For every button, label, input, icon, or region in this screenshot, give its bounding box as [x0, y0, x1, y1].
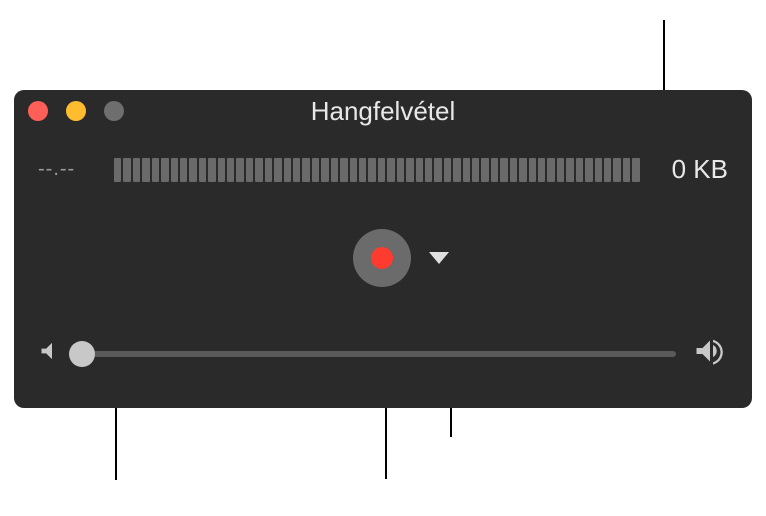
level-tick: [312, 158, 319, 182]
level-tick: [481, 158, 488, 182]
level-tick: [472, 158, 479, 182]
level-tick: [189, 158, 196, 182]
level-tick: [500, 158, 507, 182]
level-tick: [142, 158, 149, 182]
level-tick: [302, 158, 309, 182]
level-tick: [510, 158, 517, 182]
titlebar: Hangfelvétel: [14, 90, 752, 132]
audio-recorder-window: Hangfelvétel --.-- 0 KB: [14, 90, 752, 408]
level-tick: [566, 158, 573, 182]
volume-slider-thumb[interactable]: [69, 341, 95, 367]
level-tick: [529, 158, 536, 182]
chevron-down-icon: [429, 252, 449, 264]
level-tick: [538, 158, 545, 182]
controls-row: [14, 229, 752, 287]
level-tick: [491, 158, 498, 182]
file-size: 0 KB: [658, 154, 728, 185]
meter-row: --.-- 0 KB: [14, 132, 752, 185]
level-tick: [123, 158, 130, 182]
close-button[interactable]: [28, 101, 48, 121]
level-tick: [585, 158, 592, 182]
level-tick: [236, 158, 243, 182]
maximize-button[interactable]: [104, 101, 124, 121]
level-tick: [557, 158, 564, 182]
level-tick: [359, 158, 366, 182]
level-tick: [406, 158, 413, 182]
level-tick: [133, 158, 140, 182]
level-tick: [444, 158, 451, 182]
level-tick: [547, 158, 554, 182]
level-tick: [161, 158, 168, 182]
level-tick: [453, 158, 460, 182]
record-icon: [371, 247, 393, 269]
level-tick: [434, 158, 441, 182]
record-button[interactable]: [353, 229, 411, 287]
volume-slider[interactable]: [82, 351, 676, 357]
minimize-button[interactable]: [66, 101, 86, 121]
level-tick: [265, 158, 272, 182]
level-tick: [321, 158, 328, 182]
level-tick: [387, 158, 394, 182]
level-tick: [378, 158, 385, 182]
level-tick: [576, 158, 583, 182]
time-display: --.--: [38, 158, 96, 181]
speaker-low-icon: [38, 337, 66, 370]
level-tick: [284, 158, 291, 182]
level-tick: [350, 158, 357, 182]
level-tick: [613, 158, 620, 182]
level-tick: [152, 158, 159, 182]
level-tick: [246, 158, 253, 182]
level-tick: [199, 158, 206, 182]
level-tick: [180, 158, 187, 182]
level-tick: [397, 158, 404, 182]
level-tick: [425, 158, 432, 182]
level-tick: [519, 158, 526, 182]
level-tick: [208, 158, 215, 182]
level-tick: [255, 158, 262, 182]
options-dropdown-button[interactable]: [425, 244, 453, 272]
level-tick: [114, 158, 121, 182]
level-tick: [293, 158, 300, 182]
level-meter: [114, 158, 640, 182]
volume-row: [14, 333, 752, 374]
level-tick: [604, 158, 611, 182]
speaker-high-icon: [692, 333, 728, 374]
level-tick: [340, 158, 347, 182]
level-tick: [416, 158, 423, 182]
level-tick: [227, 158, 234, 182]
traffic-lights: [28, 101, 124, 121]
window-title: Hangfelvétel: [14, 96, 752, 127]
level-tick: [171, 158, 178, 182]
level-tick: [463, 158, 470, 182]
level-tick: [368, 158, 375, 182]
level-tick: [274, 158, 281, 182]
level-tick: [595, 158, 602, 182]
level-tick: [218, 158, 225, 182]
level-tick: [623, 158, 630, 182]
level-tick: [632, 158, 639, 182]
level-tick: [331, 158, 338, 182]
